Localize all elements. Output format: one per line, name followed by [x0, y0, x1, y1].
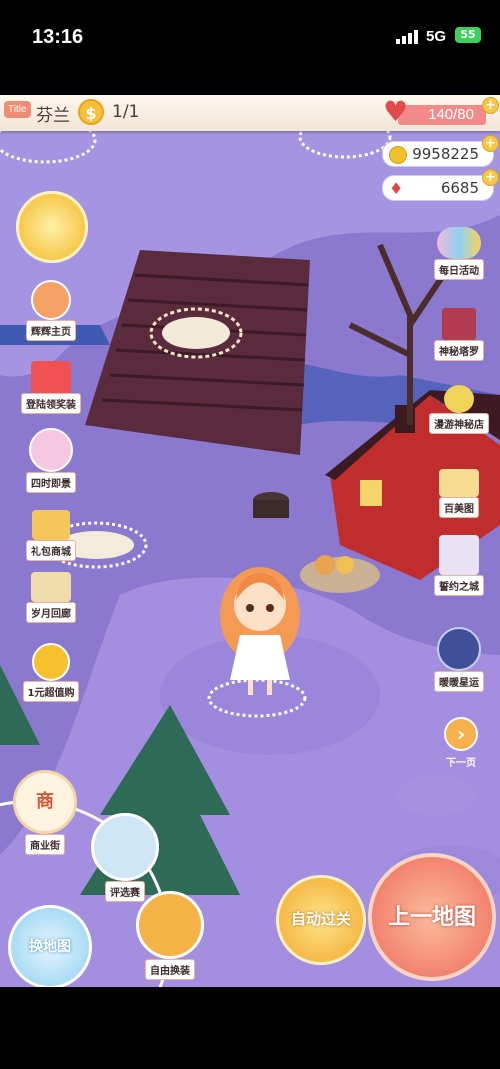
change-map-label: 换地图 [29, 939, 71, 955]
gold-coin-icon [389, 146, 407, 164]
contest-button[interactable]: 评选赛 [90, 813, 160, 902]
shop-street-label: 商业街 [25, 834, 65, 855]
battery-icon: 55 [455, 27, 481, 43]
shop-icon: 商 [13, 770, 77, 834]
menu-login-reward[interactable]: 登陆领奖装 [18, 361, 84, 414]
free-dress-label: 自由换装 [145, 959, 195, 980]
flower-icon [29, 428, 73, 472]
free-dress-button[interactable]: 自由换装 [132, 891, 208, 980]
change-map-button[interactable]: 换地图 [8, 905, 92, 987]
menu-label: 漫游神秘店 [429, 413, 489, 434]
bottom-bezel [0, 987, 500, 1069]
coin-ratio: 1/1 [112, 102, 140, 122]
auto-pass-button[interactable]: 自动过关 [276, 875, 366, 965]
glass-slipper-icon [91, 813, 159, 881]
menu-memory-corridor[interactable]: 岁月回廊 [20, 572, 82, 623]
menu-tarot[interactable]: 神秘塔罗 [428, 308, 490, 361]
gem-counter: ♦ 6685 [382, 175, 494, 201]
prev-map-label: 上一地图 [387, 905, 476, 930]
menu-daily-event[interactable]: 每日活动 [428, 227, 490, 280]
menu-oath-city[interactable]: 誓约之城 [428, 535, 490, 596]
menu-label: 登陆领奖装 [21, 393, 81, 414]
balloons-icon [437, 227, 481, 259]
network-type: 5G [426, 28, 447, 45]
moon-icon [444, 385, 474, 413]
menu-label: 辉辉主页 [26, 320, 76, 341]
signal-icon [396, 30, 418, 44]
gift-box-icon [31, 361, 71, 393]
menu-label: 暖暖星运 [434, 671, 484, 692]
homepage-icon [31, 280, 71, 320]
menu-homepage[interactable]: 辉辉主页 [22, 280, 80, 341]
next-page-label: 下一页 [446, 758, 476, 769]
castle-icon [439, 535, 479, 575]
next-page-button[interactable]: › 下一页 [438, 717, 484, 771]
add-gold-button[interactable]: + [482, 135, 499, 152]
menu-label: 誓约之城 [434, 575, 484, 596]
prev-map-button[interactable]: 上一地图 [368, 853, 496, 981]
gem-icon: ♦ [389, 179, 404, 198]
dress-icon [136, 891, 204, 959]
coin-one-icon [32, 643, 70, 681]
status-time: 13:16 [32, 26, 84, 48]
status-bar: 13:16 5G 55 [0, 0, 500, 95]
vip-badge[interactable] [16, 191, 88, 263]
menu-label: 百美图 [439, 497, 479, 518]
coin-icon: $ [78, 99, 104, 125]
hp-bar: 140/80 [398, 105, 486, 125]
menu-label: 1元超值购 [22, 681, 80, 702]
add-gems-button[interactable]: + [482, 169, 499, 186]
chevron-right-icon: › [444, 717, 478, 751]
menu-label: 岁月回廊 [26, 602, 76, 623]
album-icon [31, 572, 71, 602]
add-hp-button[interactable]: + [482, 97, 499, 114]
shop-street-button[interactable]: 商 商业街 [10, 770, 80, 855]
menu-mystery-shop[interactable]: 漫游神秘店 [428, 385, 490, 434]
gift-pack-icon [32, 510, 70, 540]
zodiac-wheel-icon [437, 627, 481, 671]
game-screen: Title 芬兰 $ 1/1 140/80 ♥ + 9958225 + ♦ 66… [0, 95, 500, 987]
menu-label: 四时即景 [26, 472, 76, 493]
menu-label: 神秘塔罗 [434, 340, 484, 361]
tarot-cards-icon [442, 308, 476, 340]
menu-seasons[interactable]: 四时即景 [20, 428, 82, 493]
title-badge[interactable]: Title [4, 101, 31, 118]
menu-label: 每日活动 [434, 259, 484, 280]
menu-gift-shop[interactable]: 礼包商城 [18, 510, 84, 561]
top-bar: Title 芬兰 $ 1/1 140/80 ♥ + [0, 95, 500, 131]
menu-one-yuan-deal[interactable]: 1元超值购 [18, 643, 84, 702]
heart-icon: ♥ [383, 95, 409, 128]
auto-pass-label: 自动过关 [290, 910, 351, 928]
menu-star-luck[interactable]: 暖暖星运 [428, 627, 490, 692]
gold-counter: 9958225 [382, 141, 494, 167]
gem-value: 6685 [440, 179, 479, 197]
menu-beauty-album[interactable]: 百美图 [428, 469, 490, 518]
menu-label: 礼包商城 [26, 540, 76, 561]
album-stack-icon [439, 469, 479, 497]
player-name: 芬兰 [36, 106, 70, 126]
gold-value: 9958225 [412, 145, 479, 163]
